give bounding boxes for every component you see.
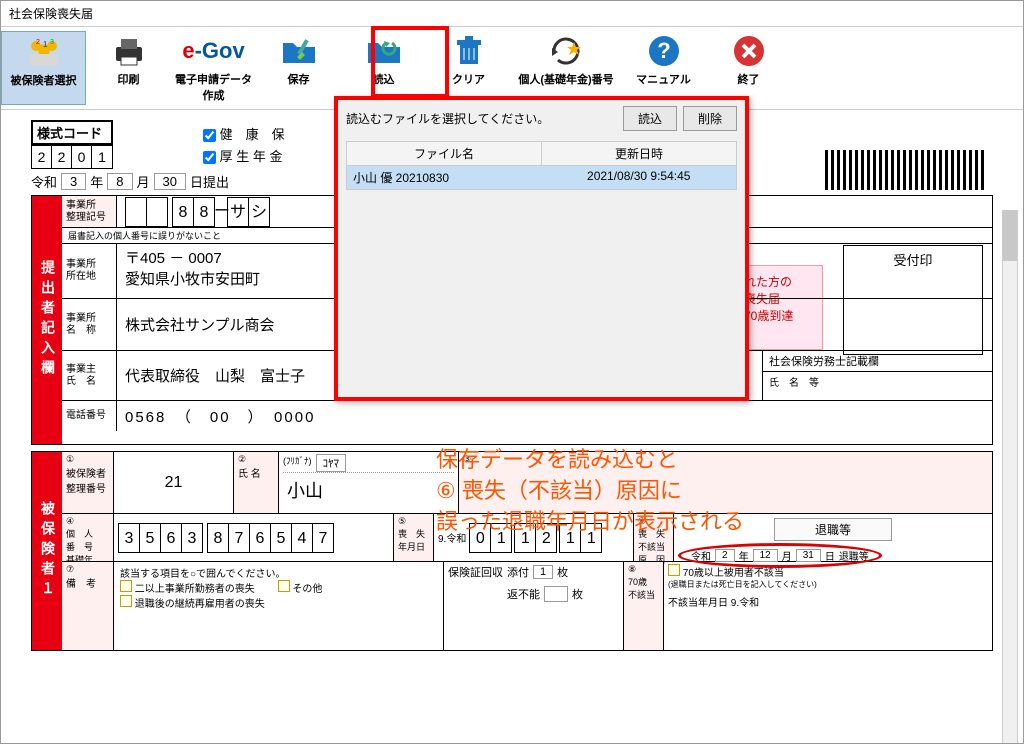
check-kosei[interactable] xyxy=(203,151,216,164)
toolbar-load[interactable]: 読込 xyxy=(341,31,426,105)
toolbar-clear[interactable]: クリア xyxy=(426,31,511,105)
people-icon: 213 xyxy=(4,34,83,70)
ins-c2-label: ②氏 名 xyxy=(234,452,279,513)
egov-icon: e-Gov xyxy=(173,33,254,69)
tel: 0568 （ 00 ） 0000 xyxy=(117,401,992,431)
chk70[interactable] xyxy=(668,564,680,576)
toolbar-select-insured[interactable]: 213 被保険者選択 xyxy=(1,31,86,105)
window-title: 社会保険喪失届 xyxy=(1,1,1023,27)
popup-msg: 読込むファイルを選択してください。 xyxy=(346,110,617,127)
help-icon: ? xyxy=(623,33,704,69)
popup-read-button[interactable]: 読込 xyxy=(623,106,677,131)
toolbar-egov[interactable]: e-Gov 電子申請データ作成 xyxy=(171,31,256,105)
style-code-label: 様式コード xyxy=(31,120,113,145)
load-file-popup: 読込むファイルを選択してください。 読込 削除 ファイル名 更新日時 小山 優 … xyxy=(334,96,749,401)
svg-text:2: 2 xyxy=(36,39,40,46)
addr-label: 事業所 所在地 xyxy=(62,244,117,298)
popup-row-0[interactable]: 小山 優 20210830 2021/08/30 9:54:45 xyxy=(347,166,736,189)
ins-c7-label: ⑦備 考 xyxy=(62,562,114,650)
scrollbar[interactable] xyxy=(1002,210,1018,744)
retire-y[interactable]: 2 xyxy=(715,549,735,562)
chk2[interactable] xyxy=(120,595,132,607)
ins-c8-label: ⑧70歳 不該当 xyxy=(624,562,664,650)
company-label: 事業所 名 称 xyxy=(62,299,117,350)
folder-save-icon xyxy=(258,33,339,69)
retire-m[interactable]: 12 xyxy=(753,549,778,562)
ins-name: 小山 xyxy=(283,473,454,507)
toolbar-mynumber[interactable]: 個人(基礎年金)番号 xyxy=(511,31,621,105)
address: 愛知県小牧市安田町 xyxy=(125,268,260,289)
office-num-label: 事業所 整理記号 xyxy=(62,196,117,227)
popup-col-date: 更新日時 xyxy=(542,142,736,165)
date-year[interactable]: 3 xyxy=(61,173,86,190)
toolbar-print[interactable]: 印刷 xyxy=(86,31,171,105)
ins-c5-label: ⑤喪 失 年月日 xyxy=(394,514,434,561)
tel-label: 電話番号 xyxy=(62,401,117,431)
toolbar-save[interactable]: 保存 xyxy=(256,31,341,105)
office-num: 88ーサシ xyxy=(125,197,269,227)
popup-col-filename: ファイル名 xyxy=(347,142,542,165)
popup-delete-button[interactable]: 削除 xyxy=(683,106,737,131)
annotation-text: 保存データを読み込むと ⑥ 喪失（不該当）原因に 誤った退職年月日が表示される xyxy=(436,445,744,537)
section1-band: 提出者記入欄 xyxy=(32,196,62,444)
date-day[interactable]: 30 xyxy=(154,173,186,190)
retire-d[interactable]: 31 xyxy=(796,549,821,562)
printer-icon xyxy=(88,33,169,69)
folder-load-icon xyxy=(343,33,424,69)
ins-c4-label: ④個 人 番 号基礎年 金番号 xyxy=(62,514,114,561)
refresh-star-icon xyxy=(513,33,619,69)
sr-name-label: 氏 名 等 xyxy=(763,372,992,391)
style-code: 2201 xyxy=(31,145,113,169)
chk3[interactable] xyxy=(278,580,290,592)
sr-label: 社会保険労務士記載欄 xyxy=(763,351,992,372)
insured-band: 被保険者１ xyxy=(32,452,62,650)
close-icon xyxy=(708,33,789,69)
retire-select[interactable]: 退職等 xyxy=(774,518,892,541)
svg-text:1: 1 xyxy=(43,40,48,49)
furigana[interactable]: ｺﾔﾏ xyxy=(316,454,347,472)
postal: 〒405 － 0007 xyxy=(125,247,222,268)
trash-icon xyxy=(428,33,509,69)
ins-mynumber: 3563876547 xyxy=(118,523,333,553)
toolbar-exit[interactable]: 終了 xyxy=(706,31,791,105)
check-kenpo[interactable] xyxy=(203,129,216,142)
toolbar-manual[interactable]: ? マニュアル xyxy=(621,31,706,105)
hen-val[interactable] xyxy=(544,586,568,602)
owner-label: 事業主 氏 名 xyxy=(62,351,117,400)
date-month[interactable]: 8 xyxy=(107,173,132,190)
ins-c1-label: ①被保険者 整理番号 xyxy=(62,452,114,513)
svg-text:?: ? xyxy=(657,38,670,63)
tenpu-val[interactable]: 1 xyxy=(533,565,553,579)
ins-c1-val: 21 xyxy=(114,452,234,513)
svg-text:3: 3 xyxy=(50,39,54,46)
chk1[interactable] xyxy=(120,580,132,592)
